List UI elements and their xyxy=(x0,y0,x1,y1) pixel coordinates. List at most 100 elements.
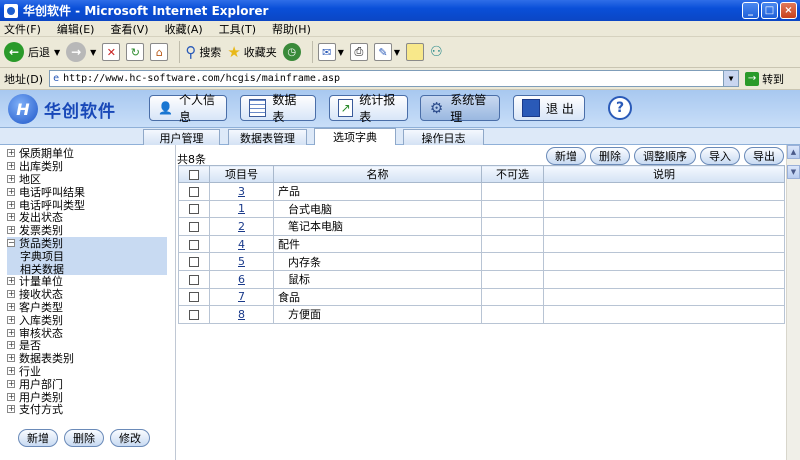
row-checkbox[interactable] xyxy=(189,186,199,197)
menu-edit[interactable]: 编辑(E) xyxy=(57,21,95,37)
tab-option-dictionary[interactable]: 选项字典 xyxy=(314,128,396,145)
expand-icon[interactable]: + xyxy=(7,213,15,222)
scroll-up-icon[interactable]: ▲ xyxy=(787,145,800,159)
nav-system-admin[interactable]: ⚙ 系统管理 xyxy=(420,93,500,124)
item-id-link[interactable]: 7 xyxy=(238,290,245,303)
item-reorder-button[interactable]: 调整顺序 xyxy=(634,147,696,165)
address-input[interactable]: e http://www.hc-software.com/hcgis/mainf… xyxy=(49,70,740,87)
close-button[interactable]: × xyxy=(780,2,797,19)
expand-icon[interactable]: + xyxy=(7,290,15,299)
table-row[interactable]: 3 产品 xyxy=(178,182,785,201)
expand-icon[interactable]: + xyxy=(7,379,15,388)
expand-icon[interactable]: + xyxy=(7,328,15,337)
column-header-description[interactable]: 说明 xyxy=(543,165,785,183)
discuss-button[interactable] xyxy=(406,43,425,61)
nav-personal-info[interactable]: 👤 个人信息 xyxy=(149,93,227,124)
row-checkbox[interactable] xyxy=(189,257,199,268)
menu-favorites[interactable]: 收藏(A) xyxy=(165,21,203,37)
row-checkbox[interactable] xyxy=(189,204,199,215)
go-button[interactable]: → 转到 xyxy=(745,71,784,87)
expand-icon[interactable]: + xyxy=(7,354,15,363)
table-row[interactable]: 5 内存条 xyxy=(178,252,785,271)
expand-icon[interactable]: + xyxy=(7,366,15,375)
nav-data-table[interactable]: 数据表 xyxy=(240,93,316,124)
row-checkbox[interactable] xyxy=(189,292,199,303)
item-id-link[interactable]: 4 xyxy=(238,238,245,251)
expand-icon[interactable]: + xyxy=(7,277,15,286)
tab-operation-log[interactable]: 操作日志 xyxy=(403,129,484,145)
minimize-button[interactable]: _ xyxy=(742,2,759,19)
table-row[interactable]: 1 台式电脑 xyxy=(178,199,785,219)
nav-statistics-report[interactable]: ↗ 统计报表 xyxy=(329,93,408,124)
expand-icon[interactable]: + xyxy=(7,162,15,171)
tab-data-table-management[interactable]: 数据表管理 xyxy=(228,129,307,145)
select-all-checkbox[interactable] xyxy=(189,169,199,180)
item-id-link[interactable]: 6 xyxy=(238,273,245,286)
maximize-button[interactable]: □ xyxy=(761,2,778,19)
item-id-link[interactable]: 3 xyxy=(238,185,245,198)
favorites-button[interactable]: ★ 收藏夹 xyxy=(227,43,276,61)
go-arrow-icon: → xyxy=(745,71,760,86)
back-button[interactable]: ← 后退 ▼ xyxy=(4,42,60,62)
item-id-link[interactable]: 1 xyxy=(238,202,245,215)
expand-icon[interactable]: + xyxy=(7,302,15,311)
table-row[interactable]: 6 鼠标 xyxy=(178,269,785,289)
column-header-unselectable[interactable]: 不可选 xyxy=(481,165,544,183)
expand-icon[interactable]: + xyxy=(7,341,15,350)
menu-file[interactable]: 文件(F) xyxy=(4,21,41,37)
tree-node[interactable]: + 支付方式 xyxy=(7,403,167,416)
tree-delete-button[interactable]: 删除 xyxy=(64,429,104,447)
address-dropdown-icon[interactable]: ▼ xyxy=(723,71,739,86)
menu-help[interactable]: 帮助(H) xyxy=(272,21,311,37)
column-header-id[interactable]: 项目号 xyxy=(209,165,274,183)
menu-tools[interactable]: 工具(T) xyxy=(219,21,256,37)
item-import-button[interactable]: 导入 xyxy=(700,147,740,165)
search-button[interactable]: ⚲ 搜索 xyxy=(185,43,221,61)
table-row[interactable]: 8 方便面 xyxy=(178,305,785,324)
item-id-link[interactable]: 2 xyxy=(238,220,245,233)
messenger-button[interactable]: ⚇ xyxy=(430,44,443,60)
refresh-button[interactable]: ↻ xyxy=(126,43,145,61)
edit-button[interactable]: ✎ ▼ xyxy=(373,43,400,61)
print-button[interactable]: ⎙ xyxy=(349,43,368,61)
stop-button[interactable]: ✕ xyxy=(102,43,121,61)
expand-icon[interactable]: + xyxy=(7,315,15,324)
item-delete-button[interactable]: 删除 xyxy=(590,147,630,165)
item-id-link[interactable]: 8 xyxy=(238,308,245,321)
item-id-link[interactable]: 5 xyxy=(238,255,245,268)
expand-icon[interactable]: + xyxy=(7,149,15,158)
item-id-cell: 2 xyxy=(209,217,274,236)
nav-logout[interactable]: 退 出 xyxy=(513,95,585,121)
column-header-name[interactable]: 名称 xyxy=(273,165,482,183)
table-row[interactable]: 2 笔记本电脑 xyxy=(178,217,785,236)
mail-button[interactable]: ✉ ▼ xyxy=(317,43,344,61)
tab-user-management[interactable]: 用户管理 xyxy=(143,129,220,145)
scroll-down-icon[interactable]: ▼ xyxy=(787,165,800,179)
exit-icon xyxy=(522,99,540,117)
note-icon xyxy=(406,43,425,61)
forward-button[interactable]: → ▼ xyxy=(66,42,96,62)
expand-icon[interactable]: + xyxy=(7,174,15,183)
item-export-button[interactable]: 导出 xyxy=(744,147,784,165)
expand-icon[interactable]: + xyxy=(7,405,15,414)
expand-icon[interactable]: + xyxy=(7,392,15,401)
row-checkbox[interactable] xyxy=(189,239,199,250)
expand-icon[interactable]: + xyxy=(7,226,15,235)
vertical-scrollbar[interactable]: ▲ ▼ xyxy=(786,145,800,460)
home-button[interactable]: ⌂ xyxy=(150,43,169,61)
expand-icon[interactable]: + xyxy=(7,200,15,209)
row-checkbox[interactable] xyxy=(189,221,199,232)
help-icon[interactable]: ? xyxy=(608,96,632,120)
item-add-button[interactable]: 新增 xyxy=(546,147,586,165)
tree-edit-button[interactable]: 修改 xyxy=(110,429,150,447)
tree-add-button[interactable]: 新增 xyxy=(18,429,58,447)
star-icon: ★ xyxy=(227,43,241,61)
expand-icon[interactable]: + xyxy=(7,187,15,196)
row-checkbox[interactable] xyxy=(189,274,199,285)
menu-view[interactable]: 查看(V) xyxy=(110,21,148,37)
collapse-icon[interactable]: − xyxy=(7,238,15,247)
table-row[interactable]: 4 配件 xyxy=(178,234,785,254)
history-button[interactable]: ◷ xyxy=(282,43,301,61)
table-row[interactable]: 7 食品 xyxy=(178,287,785,307)
row-checkbox[interactable] xyxy=(189,309,199,320)
